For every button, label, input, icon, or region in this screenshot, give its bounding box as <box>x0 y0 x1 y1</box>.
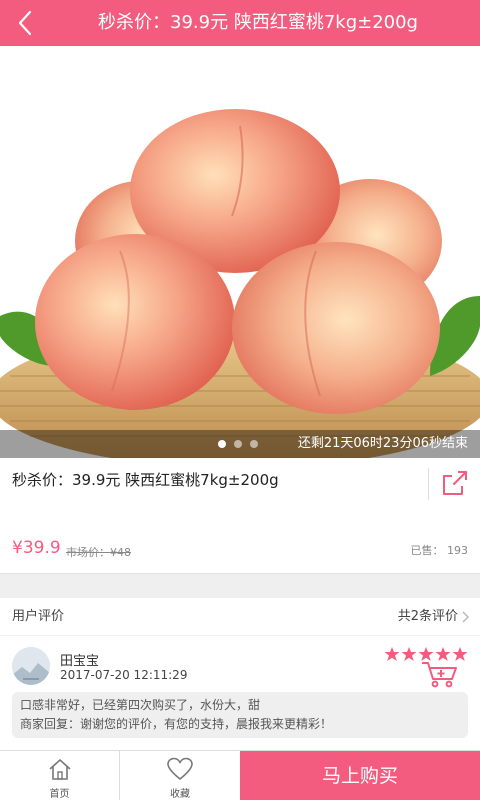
product-info: 秒杀价：39.9元 陕西红蜜桃7kg±200g ¥39.9 市场价：¥48 已售… <box>0 458 480 574</box>
product-image-carousel[interactable]: 还剩21天06时23分06秒结束 <box>0 46 480 458</box>
reviews-count[interactable]: 共2条评价 <box>398 598 458 636</box>
carousel-dot[interactable] <box>250 440 258 448</box>
product-title: 秒杀价：39.9元 陕西红蜜桃7kg±200g <box>12 471 279 489</box>
top-bar: 秒杀价：39.9元 陕西红蜜桃7kg±200g <box>0 0 480 46</box>
home-label: 首页 <box>49 789 70 800</box>
reviews-section: 用户评价 共2条评价 田宝宝 2017-07-20 12:11:29 口感非常好… <box>0 598 480 750</box>
share-icon[interactable] <box>438 466 472 500</box>
sold-count: 已售： 193 <box>410 544 469 557</box>
carousel-dots[interactable] <box>218 440 258 448</box>
home-tab[interactable]: 首页 <box>0 751 120 800</box>
market-price: 市场价：¥48 <box>66 546 131 559</box>
cart-icon[interactable] <box>420 660 460 688</box>
countdown-text: 还剩21天06时23分06秒结束 <box>297 436 468 451</box>
review-time: 2017-07-20 12:11:29 <box>60 668 188 682</box>
back-arrow-icon[interactable] <box>8 6 42 40</box>
merchant-reply: 商家回复：谢谢您的评价，有您的支持，晨报我来更精彩！ <box>20 717 333 731</box>
countdown-bar: 还剩21天06时23分06秒结束 <box>0 430 480 458</box>
favorite-tab[interactable]: 收藏 <box>120 751 240 800</box>
heart-icon <box>167 757 193 780</box>
page-title: 秒杀价：39.9元 陕西红蜜桃7kg±200g <box>98 12 418 33</box>
home-icon <box>48 759 71 780</box>
star-icon <box>384 647 400 661</box>
avatar <box>12 647 50 685</box>
star-icon <box>401 647 417 661</box>
buy-now-button[interactable]: 马上购买 <box>240 751 480 800</box>
reviewer-name: 田宝宝 <box>60 654 100 669</box>
chevron-right-icon <box>462 611 470 623</box>
sale-price: ¥39.9 <box>12 538 61 558</box>
review-comment: 口感非常好，已经第四次购买了，水份大，甜 <box>20 698 261 712</box>
divider <box>428 468 429 500</box>
carousel-dot[interactable] <box>234 440 242 448</box>
carousel-dot[interactable] <box>218 440 226 448</box>
peach-photo <box>0 46 480 458</box>
review-content: 口感非常好，已经第四次购买了，水份大，甜 商家回复：谢谢您的评价，有您的支持，晨… <box>12 692 468 738</box>
bottom-bar: 首页 收藏 马上购买 <box>0 750 480 800</box>
reviews-header[interactable]: 用户评价 共2条评价 <box>0 598 480 636</box>
reviews-label: 用户评价 <box>12 609 65 624</box>
favorite-label: 收藏 <box>170 789 190 800</box>
